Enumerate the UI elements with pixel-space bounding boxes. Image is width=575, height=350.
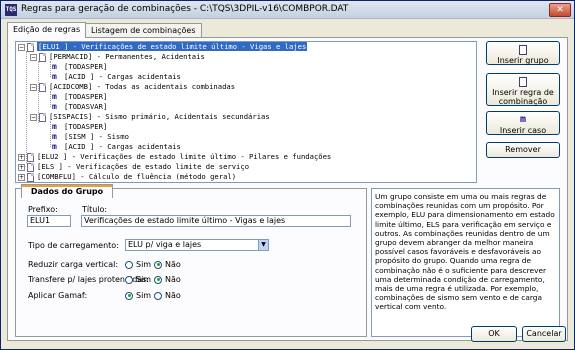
tree-item-case[interactable]: m [TODASVAR] (52, 102, 107, 112)
case-m-icon: m (52, 92, 57, 101)
case-m-icon: m (52, 142, 57, 151)
case-m-icon: m (52, 132, 57, 141)
gamaf-yes-radio[interactable]: Sim (125, 291, 151, 301)
load-type-select[interactable]: ELU p/ viga e lajes ▼ (125, 239, 269, 251)
collapse-icon[interactable]: − (30, 113, 37, 121)
gamaf-no-radio[interactable]: Não (154, 291, 181, 301)
collapse-icon[interactable]: − (30, 53, 37, 61)
gamaf-label: Aplicar Gamaf: (28, 291, 88, 300)
group-doc-icon (27, 162, 34, 172)
chevron-down-icon[interactable]: ▼ (258, 240, 268, 250)
group-doc-icon (27, 172, 34, 182)
tree-item-case[interactable]: m [TODASPER] (52, 62, 107, 72)
case-m-icon: m (52, 62, 57, 71)
case-m-icon: m (52, 72, 57, 81)
expand-icon[interactable]: + (18, 173, 25, 181)
tree-connector (26, 51, 27, 163)
close-button[interactable]: ✕ (549, 3, 571, 17)
tree-item-permacid[interactable]: − [PERMACID] - Permanentes, Acidentais (30, 52, 205, 62)
tree-connector (50, 121, 51, 147)
title-input[interactable]: Verificações de estado limite último - V… (81, 215, 351, 227)
tree-item-case[interactable]: m [ACID ] - Cargas acidentais (52, 142, 181, 152)
insert-case-button[interactable]: m Inserir caso (486, 111, 560, 135)
case-m-icon: m (519, 114, 527, 125)
rule-doc-icon (39, 112, 46, 122)
prefix-label: Prefixo: (28, 205, 58, 214)
expand-icon[interactable]: + (18, 153, 25, 161)
remove-button[interactable]: Remover (486, 142, 560, 158)
insert-group-button[interactable]: Inserir grupo (486, 41, 560, 65)
help-text-box: Um grupo consiste em uma ou mais regras … (371, 188, 560, 337)
tree-item-case[interactable]: m [ACID ] - Cargas acidentais (52, 72, 181, 82)
rules-tree[interactable]: − [ELU1 ] - Verificações de estado limite… (15, 41, 477, 183)
ok-button[interactable]: OK (471, 326, 517, 342)
dialog-window: TQS Regras para geração de combinações -… (0, 0, 575, 350)
tree-item-elu1[interactable]: − [ELU1 ] - Verificações de estado limite… (18, 42, 308, 52)
new-group-icon (519, 45, 527, 55)
app-icon: TQS (5, 4, 17, 16)
radio-on-icon (154, 260, 162, 269)
cancel-button[interactable]: Cancelar (522, 326, 566, 342)
new-rule-icon (519, 77, 527, 87)
radio-off-icon (125, 260, 133, 269)
insert-rule-button[interactable]: Inserir regra de combinação (486, 73, 560, 106)
tree-item-combflu[interactable]: + [COMBFLU] - Cálculo de fluência (método… (18, 172, 236, 182)
title-bar[interactable]: TQS Regras para geração de combinações -… (1, 1, 574, 19)
window-title: Regras para geração de combinações - C:\… (21, 4, 349, 14)
tree-connector (50, 61, 51, 77)
tree-item-case[interactable]: m [SISM ] - Sismo (52, 132, 129, 142)
close-icon: ✕ (556, 5, 564, 15)
reduce-load-label: Reduzir carga vertical: (28, 260, 119, 269)
tree-item-els[interactable]: + [ELS ] - Verificações de estado limite … (18, 162, 249, 172)
load-type-label: Tipo de carregamento: (28, 241, 119, 250)
tree-item-sispacis[interactable]: − [SISPACIS] - Sismo primário, Acidentais… (30, 112, 270, 122)
rule-doc-icon (39, 52, 46, 62)
collapse-icon[interactable]: − (30, 83, 37, 91)
case-m-icon: m (52, 102, 57, 111)
collapse-icon[interactable]: − (18, 43, 25, 51)
prestressed-no-radio[interactable]: Não (154, 275, 181, 285)
expand-icon[interactable]: + (18, 163, 25, 171)
radio-on-icon (125, 291, 133, 300)
rule-doc-icon (39, 82, 46, 92)
group-doc-icon (27, 152, 34, 162)
tab-combinations-list[interactable]: Listagem de combinações (85, 23, 202, 37)
tree-item-elu2[interactable]: + [ELU2 ] - Verificações de estado limite… (18, 152, 331, 162)
reduce-load-no-radio[interactable]: Não (154, 260, 181, 270)
radio-on-icon (154, 275, 162, 284)
radio-off-icon (154, 291, 162, 300)
title-label: Título: (82, 205, 108, 214)
prefix-input[interactable]: ELU1 (27, 215, 71, 227)
radio-off-icon (125, 275, 133, 284)
tree-item-case[interactable]: m [TODASPER] (52, 122, 107, 132)
tree-item-acidcomb[interactable]: − [ACIDCOMB] - Todas as acidentais combin… (30, 82, 235, 92)
case-m-icon: m (52, 122, 57, 131)
tree-connector (50, 91, 51, 107)
tab-edit-rules[interactable]: Edição de regras (7, 22, 87, 38)
tree-item-case[interactable]: m [TODASPER] (52, 92, 107, 102)
group-data-tab[interactable]: Dados do Grupo (21, 184, 113, 198)
prestressed-yes-radio[interactable]: Sim (125, 275, 151, 285)
group-doc-icon (27, 42, 34, 52)
reduce-load-yes-radio[interactable]: Sim (125, 260, 151, 270)
